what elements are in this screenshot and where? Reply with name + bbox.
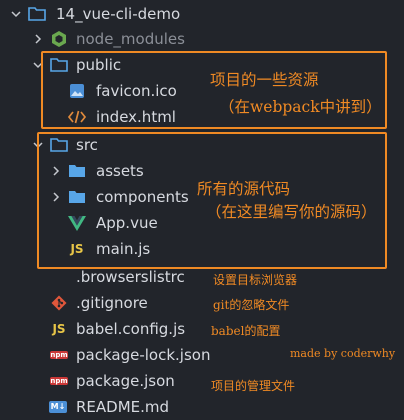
npm-file-icon: npm bbox=[50, 377, 68, 385]
browserslist-note: 设置目标浏览器 bbox=[213, 273, 298, 287]
babel-note: babel的配置 bbox=[211, 324, 281, 338]
tree-item-package-json[interactable]: npm package.json bbox=[0, 368, 404, 394]
folder-open-icon bbox=[28, 5, 46, 23]
src-note-line1: 所有的源代码 bbox=[197, 180, 291, 198]
tree-item-gitignore[interactable]: .gitignore bbox=[0, 290, 404, 316]
tree-item-label: package-lock.json bbox=[76, 346, 211, 364]
git-file-icon bbox=[50, 294, 68, 312]
chevron-right-icon[interactable] bbox=[32, 33, 44, 45]
gitignore-note: git的忽略文件 bbox=[213, 298, 290, 312]
markdown-file-icon: M↓ bbox=[49, 401, 67, 413]
tree-item-label: .gitignore bbox=[76, 294, 148, 312]
chevron-down-icon[interactable] bbox=[10, 8, 22, 20]
credit-note: made by coderwhy bbox=[290, 347, 396, 360]
package-note: 项目的管理文件 bbox=[211, 379, 296, 393]
node-modules-folder-icon bbox=[50, 30, 68, 48]
tree-item-label: README.md bbox=[76, 398, 170, 416]
tree-item-label: package.json bbox=[76, 372, 175, 390]
public-note-line2: （在webpack中讲到） bbox=[219, 98, 382, 116]
js-file-icon: JS bbox=[52, 322, 66, 336]
tree-item-babel-config[interactable]: JS babel.config.js bbox=[0, 316, 404, 342]
public-annotation-box bbox=[41, 51, 387, 129]
tree-item-label: babel.config.js bbox=[76, 320, 186, 338]
public-note-line1: 项目的一些资源 bbox=[210, 71, 319, 89]
npm-file-icon: npm bbox=[50, 351, 68, 359]
tree-item-readme[interactable]: M↓ README.md bbox=[0, 394, 404, 420]
tree-item-label: node_modules bbox=[76, 30, 185, 48]
tree-item-root[interactable]: 14_vue-cli-demo bbox=[0, 1, 404, 27]
tree-item-node-modules[interactable]: node_modules bbox=[0, 26, 404, 52]
src-note-line2: （在这里编写你的源码） bbox=[206, 203, 377, 221]
tree-item-label: 14_vue-cli-demo bbox=[56, 5, 181, 23]
